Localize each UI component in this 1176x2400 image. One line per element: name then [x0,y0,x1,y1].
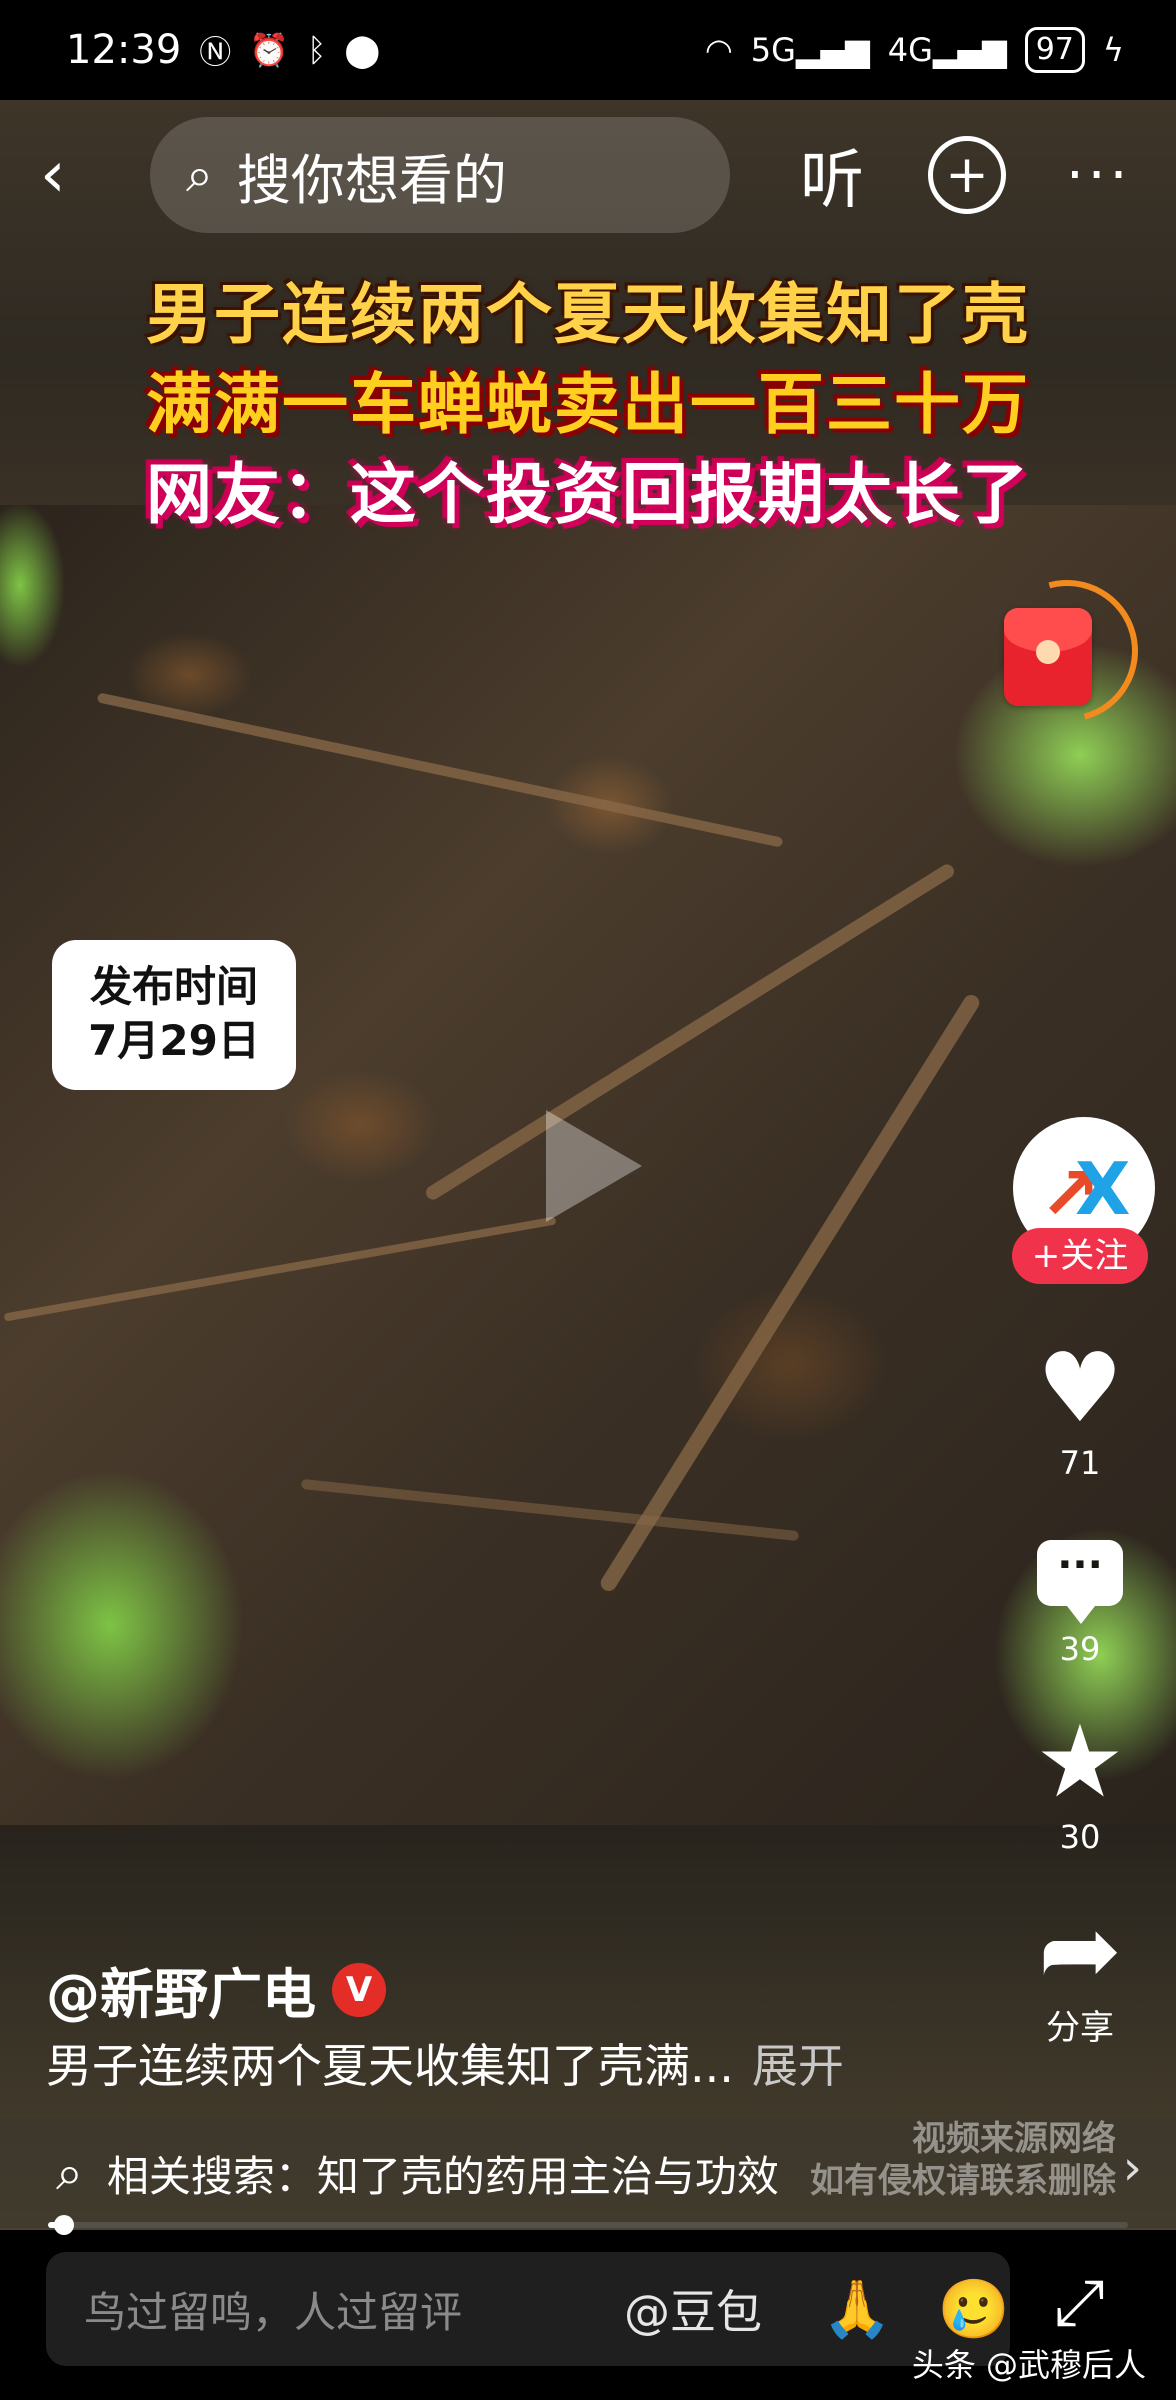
play-icon[interactable] [546,1110,642,1222]
pray-emoji-icon[interactable]: 🙏 [822,2276,892,2342]
favorite-count: 30 [1059,1818,1101,1856]
chevron-right-icon[interactable]: › [1123,2140,1142,2196]
fullscreen-icon[interactable]: ⤢ [1054,2266,1105,2340]
avatar-logo-letter: X [1075,1147,1131,1231]
twig [96,692,784,848]
battery-indicator: 97 [1024,27,1085,73]
charging-icon: ϟ [1102,31,1124,69]
video-progress-bar[interactable] [48,2215,1128,2235]
video-progress-thumb[interactable] [54,2215,74,2235]
video-description[interactable]: 男子连续两个夏天收集知了壳满... 展开 [46,2030,844,2096]
comment-action[interactable]: ··· 39 [1020,1540,1140,1668]
comment-icon: ··· [1037,1540,1123,1624]
twig [597,991,983,1595]
verified-icon: V [332,1962,386,2017]
nfc-icon: Ⓝ [199,33,232,71]
headline-line-3: 网友：这个投资回报期太长了 [146,456,1030,533]
publish-date-label: 发布时间 [89,962,258,1011]
mention-doubao-button[interactable]: @豆包 [624,2276,762,2342]
expand-link[interactable]: 展开 [752,2039,844,2093]
search-icon: ⌕ [186,146,213,203]
status-bar: 12:39 Ⓝ ⏰ ᛒ ⬤ ◠ 5G▂▄▆ 4G▂▄▆ 97 ϟ [0,0,1176,100]
twig [3,1216,557,1322]
bluetooth-icon: ᛒ [307,31,327,69]
like-count: 71 [1059,1444,1101,1482]
listen-button[interactable]: 听 [800,129,864,221]
like-action[interactable]: ♥ 71 [1020,1338,1140,1482]
comment-count: 39 [1059,1630,1101,1668]
search-icon: ⌕ [56,2144,83,2201]
watermark-line-2: 如有侵权请联系删除 [810,2161,1116,2201]
search-placeholder: 搜你想看的 [236,148,507,212]
follow-button[interactable]: +关注 [1012,1228,1148,1284]
author-name[interactable]: @新野广电 V [46,1950,386,2029]
description-text: 男子连续两个夏天收集知了壳满... [46,2039,734,2093]
star-icon: ★ [1035,1703,1125,1820]
watermark-line-1: 视频来源网络 [912,2119,1116,2159]
headline-line-1: 男子连续两个夏天收集知了壳 [146,276,1030,353]
back-icon[interactable]: ‹ [40,138,110,212]
publish-date-value: 7月29日 [88,1016,260,1065]
network-4g-label: 4G [887,31,933,69]
alarm-icon: ⏰ [249,31,290,69]
related-search-text: 相关搜索：知了壳的药用主治与功效 [106,2151,779,2201]
comment-input[interactable]: 鸟过留鸣，人过留评 @豆包 🙏 🥲 [46,2252,1010,2366]
signal-4g-icon: 4G▂▄▆ [887,31,1007,69]
network-5g-label: 5G [750,31,796,69]
bottom-bar: 鸟过留鸣，人过留评 @豆包 🙏 🥲 ⤢ 头条 @武穆后人 [0,2230,1176,2400]
wifi-icon: ◠ [704,31,733,69]
status-time: 12:39 [66,27,182,73]
status-left: 12:39 Ⓝ ⏰ ᛒ ⬤ [66,27,380,73]
add-icon[interactable]: + [928,136,1006,214]
attribution-watermark: 头条 @武穆后人 [911,2346,1146,2384]
heart-icon: ♥ [1036,1332,1124,1444]
more-icon[interactable]: ··· [1066,143,1131,208]
video-headline: 男子连续两个夏天收集知了壳 满满一车蝉蜕卖出一百三十万 网友：这个投资回报期太长… [0,270,1176,540]
share-icon: ➦ [1038,1891,1122,2008]
headline-line-2: 满满一车蝉蜕卖出一百三十万 [146,366,1030,443]
publish-date-badge: 发布时间 7月29日 [52,940,296,1090]
search-box[interactable]: ⌕ 搜你想看的 [150,117,730,233]
twig [300,1478,800,1542]
signal-5g-icon: 5G▂▄▆ [750,31,870,69]
red-packet-icon[interactable] [1004,608,1092,706]
source-watermark: 视频来源网络 如有侵权请联系删除 [810,2118,1116,2202]
cry-emoji-icon[interactable]: 🥲 [938,2275,1010,2344]
favorite-action[interactable]: ★ 30 [1020,1703,1140,1857]
status-right: ◠ 5G▂▄▆ 4G▂▄▆ 97 ϟ [705,27,1124,73]
location-icon: ⬤ [344,31,381,69]
author-handle[interactable]: @新野广电 [46,1950,316,2029]
share-action[interactable]: ➦ 分享 [1020,1900,1140,2049]
comment-placeholder: 鸟过留鸣，人过留评 [84,2287,463,2337]
top-bar: ‹ ⌕ 搜你想看的 听 + ··· [0,100,1176,250]
